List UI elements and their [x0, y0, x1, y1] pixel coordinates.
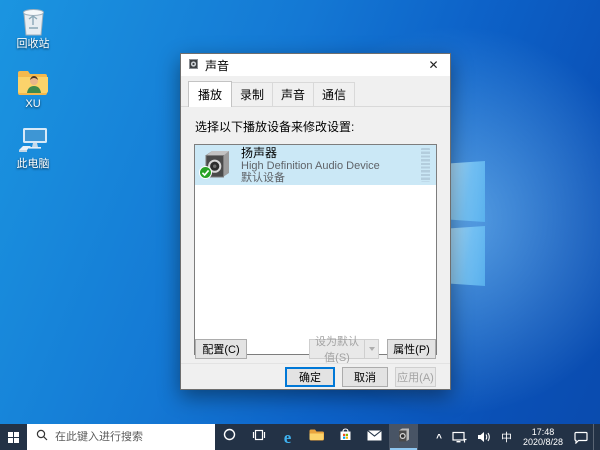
desktop-icon-recycle-bin[interactable]: 回收站 — [2, 6, 64, 50]
desktop-icon-label: 回收站 — [16, 38, 50, 50]
speaker-device-icon — [199, 150, 232, 182]
chevron-down-icon — [368, 347, 375, 351]
taskbar-file-explorer-button[interactable] — [302, 424, 331, 450]
device-description: High Definition Audio Device — [241, 159, 380, 172]
device-text-block: 扬声器 High Definition Audio Device 默认设备 — [241, 145, 421, 184]
device-action-row: 配置(C) 设为默认值(S) 属性(P) — [181, 336, 450, 364]
dialog-titlebar[interactable]: 声音 ✕ — [181, 54, 450, 76]
properties-button[interactable]: 属性(P) — [387, 339, 436, 359]
dialog-title: 声音 — [205, 58, 230, 73]
ok-button[interactable]: 确定 — [285, 367, 335, 387]
taskbar-sound-app-button[interactable] — [389, 424, 418, 450]
tray-time: 17:48 — [531, 427, 555, 437]
edge-icon: e — [283, 427, 292, 447]
taskbar-task-view-button[interactable] — [244, 424, 273, 450]
device-status: 默认设备 — [241, 171, 285, 184]
configure-button[interactable]: 配置(C) — [195, 339, 247, 359]
volume-level-meter — [421, 148, 430, 182]
desktop-icon-label: XU — [25, 98, 41, 110]
action-center-icon[interactable] — [569, 424, 593, 450]
apply-button[interactable]: 应用(A) — [395, 367, 436, 387]
playback-device-list[interactable]: 扬声器 High Definition Audio Device 默认设备 — [194, 144, 437, 355]
tab-playback[interactable]: 播放 — [188, 81, 233, 107]
tray-date: 2020/8/28 — [522, 437, 563, 447]
ime-indicator[interactable]: 中 — [496, 424, 517, 450]
task-view-icon — [252, 428, 266, 446]
default-device-check-icon — [199, 166, 212, 182]
taskbar-edge-button[interactable]: e — [273, 424, 302, 450]
set-default-dropdown-button[interactable] — [364, 339, 379, 359]
taskbar: e — [0, 424, 600, 450]
desktop-icon-list: 回收站 XU 此电脑 — [2, 6, 64, 170]
cancel-button[interactable]: 取消 — [342, 367, 388, 387]
set-default-split-button: 设为默认值(S) — [309, 336, 379, 364]
taskbar-store-button[interactable] — [331, 424, 360, 450]
start-button[interactable] — [0, 424, 27, 450]
desktop-icon-label: 此电脑 — [16, 158, 50, 170]
set-default-button[interactable]: 设为默认值(S) — [309, 336, 365, 364]
taskbar-search[interactable] — [27, 424, 215, 450]
tab-recording[interactable]: 录制 — [231, 82, 274, 106]
show-desktop-button[interactable] — [593, 424, 597, 450]
playback-instruction: 选择以下播放设备来修改设置: — [195, 120, 355, 134]
sound-dialog: 声音 ✕ 播放 录制 声音 通信 选择以下播放设备来修改设置: 扬声器 High… — [180, 53, 451, 390]
desktop: 回收站 XU 此电脑 声音 ✕ 播放 录制 声音 通信 选择以下播放设备来修改设… — [0, 0, 600, 450]
windows-logo-icon — [8, 431, 19, 443]
search-icon — [36, 428, 48, 446]
store-icon — [339, 428, 352, 446]
user-folder-icon — [17, 66, 49, 96]
mail-icon — [367, 428, 382, 446]
dialog-speaker-icon — [188, 58, 200, 73]
cortana-icon — [223, 428, 236, 446]
taskbar-mail-button[interactable] — [360, 424, 389, 450]
network-tray-icon[interactable] — [447, 424, 472, 450]
desktop-icon-this-pc[interactable]: 此电脑 — [2, 126, 64, 170]
recycle-bin-icon — [20, 6, 47, 36]
close-icon[interactable]: ✕ — [417, 54, 450, 76]
dialog-footer: 确定 取消 应用(A) — [181, 363, 450, 390]
file-explorer-icon — [309, 428, 324, 446]
device-item-speakers[interactable]: 扬声器 High Definition Audio Device 默认设备 — [195, 145, 436, 185]
desktop-icon-user-folder[interactable]: XU — [2, 66, 64, 110]
dialog-tabstrip: 播放 录制 声音 通信 — [181, 76, 450, 107]
tray-clock[interactable]: 17:48 2020/8/28 — [517, 424, 569, 450]
sound-app-icon — [397, 428, 411, 447]
search-input[interactable] — [55, 431, 200, 443]
tab-communications[interactable]: 通信 — [313, 82, 356, 106]
tab-sounds[interactable]: 声音 — [272, 82, 315, 106]
system-tray: ^ 中 17:48 2020/8/28 — [431, 424, 600, 450]
taskbar-cortana-button[interactable] — [215, 424, 244, 450]
volume-tray-icon[interactable] — [472, 424, 496, 450]
this-pc-icon — [17, 126, 49, 156]
device-name: 扬声器 — [241, 145, 278, 160]
hidden-icons-button[interactable]: ^ — [431, 425, 447, 450]
